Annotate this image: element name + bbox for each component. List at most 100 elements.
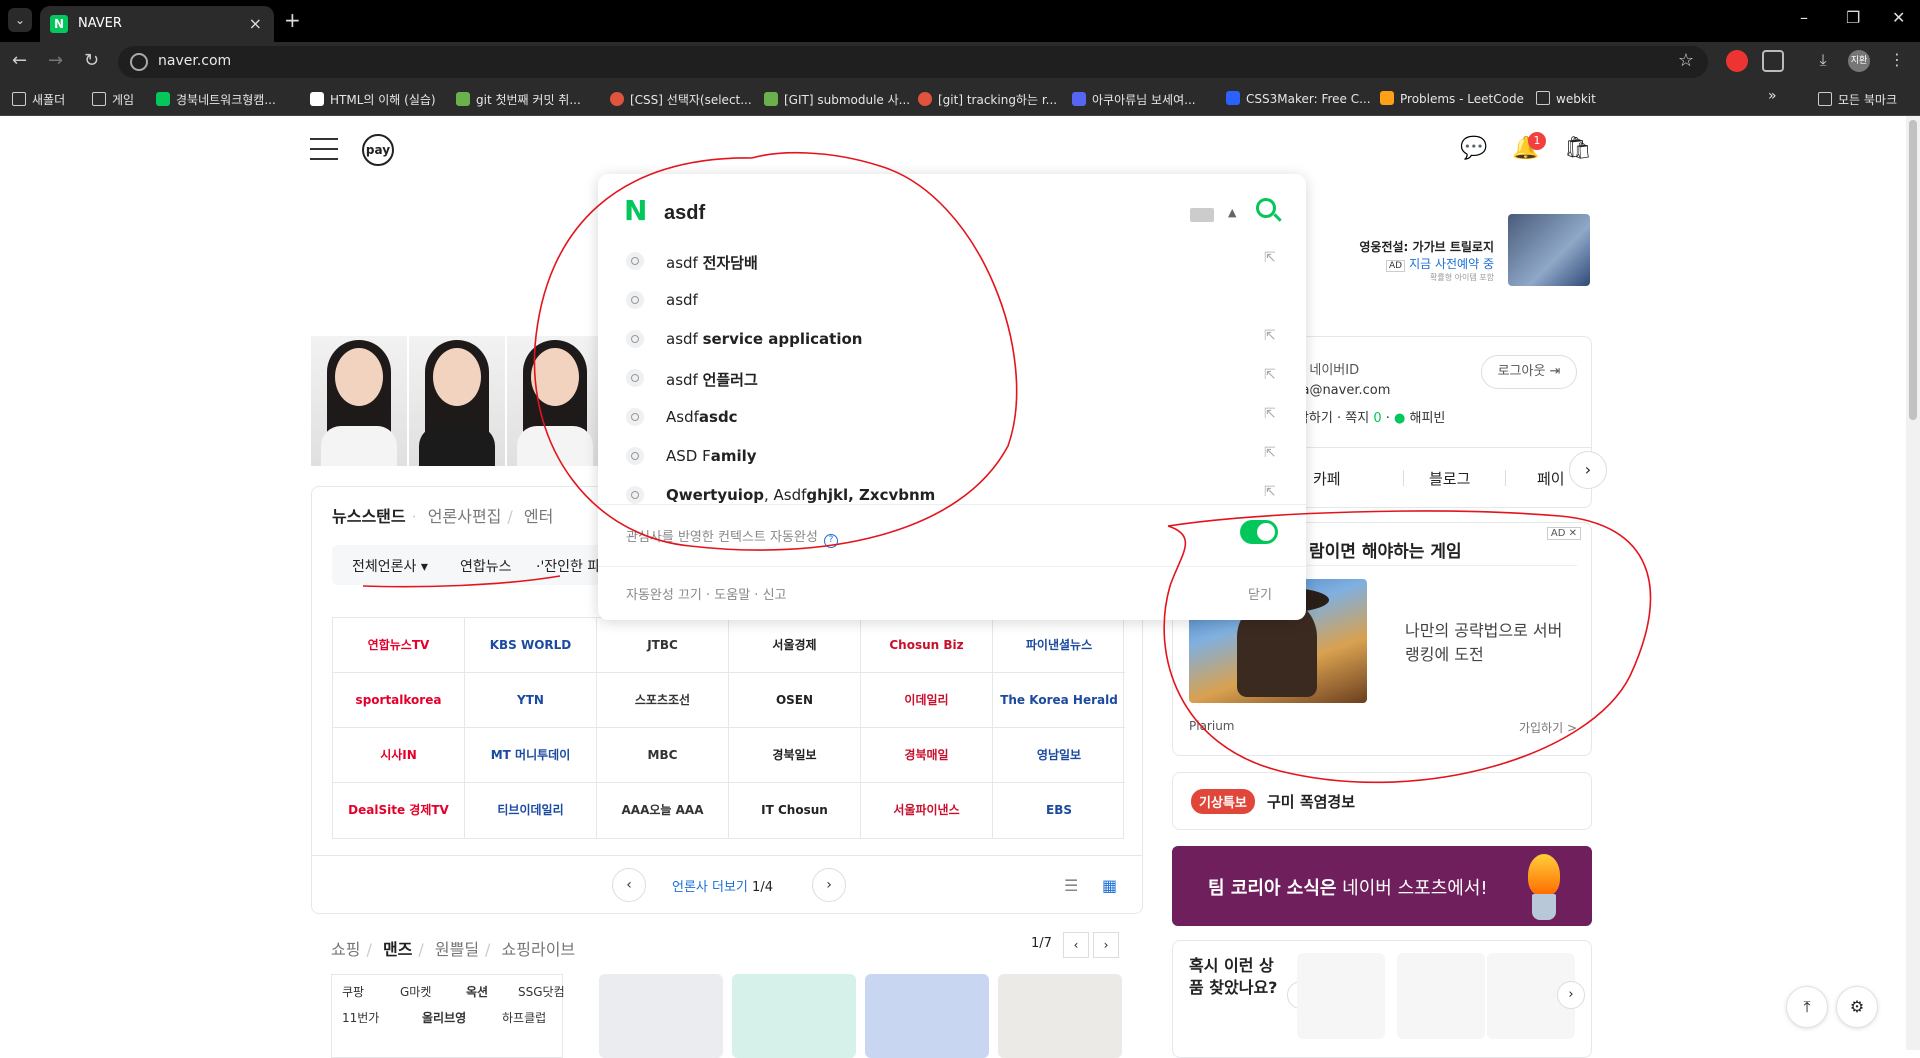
bookmark-4[interactable]: HTML의 이해 (실습) [310,91,436,108]
shopping-prev-button[interactable]: ‹ [1063,932,1089,958]
mall-halfclub[interactable]: 하프클럽 [502,1009,546,1026]
grid-view-icon[interactable]: ▦ [1102,876,1117,895]
suggestion-item[interactable]: asdf [598,281,1306,319]
bookmark-9[interactable]: 아쿠아류님 보세여... [1072,91,1196,108]
extension-record-icon[interactable] [1726,50,1748,72]
close-tab-icon[interactable]: × [249,14,262,33]
bookmark-star-icon[interactable]: ☆ [1678,50,1694,71]
top-banner-ad[interactable]: 영웅전설: 가가브 트릴로지 AD 지금 사전예약 중 확률형 아이템 포함 [1340,214,1590,286]
keyboard-icon[interactable] [1190,208,1214,222]
reload-icon[interactable]: ↻ [84,50,99,71]
service-cafe[interactable]: 카페 [1313,468,1341,489]
press-logo[interactable]: 파이낸셜뉴스 [993,618,1125,673]
context-autocomplete-toggle[interactable] [1240,520,1278,544]
mall-gmarket[interactable]: G마켓 [400,983,431,1000]
new-tab-icon[interactable]: + [284,8,301,32]
happybean-link[interactable]: 해피빈 [1409,411,1445,426]
press-logo[interactable]: DealSite 경제TV [333,783,465,838]
service-pay[interactable]: 페이 [1537,468,1565,489]
site-info-icon[interactable] [130,53,148,71]
suggestion-item[interactable]: Asdfasdc ⇱ [598,398,1306,436]
press-logo[interactable]: 티브이데일리 [465,783,597,838]
press-logo[interactable]: YTN [465,673,597,728]
suggestion-item[interactable]: asdf service application ⇱ [598,320,1306,358]
tab-naver[interactable]: N NAVER × [40,6,274,42]
tab-newsstand[interactable]: 뉴스스탠드 [332,507,406,526]
mall-auction[interactable]: 옥션 [466,983,488,1000]
press-logo[interactable]: 시사IN [333,728,465,783]
suggestion-item[interactable]: Qwertyuiop, Asdfghjkl, Zxcvbnm ⇱ [598,476,1306,514]
tab-oneplusdeal[interactable]: 원쁠딜 [435,940,479,959]
suggestion-item[interactable]: asdf 언플러그 ⇱ [598,359,1306,397]
shopping-next-button[interactable]: › [1093,932,1119,958]
press-logo[interactable]: EBS [993,783,1125,838]
tab-mens[interactable]: 맨즈 [383,940,412,959]
press-logo[interactable]: 이데일리 [861,673,993,728]
press-logo[interactable]: 스포츠조선 [597,673,729,728]
bookmark-folder-2[interactable]: 게임 [92,91,134,108]
naver-logo[interactable]: N [624,194,647,227]
press-logo[interactable]: The Korea Herald [993,673,1125,728]
tab-press-edit[interactable]: 언론사편집 [428,507,502,526]
cart-icon[interactable]: 🛍 [1564,136,1592,164]
bookmark-folder-1[interactable]: 새폴더 [12,91,65,108]
prev-page-button[interactable]: ‹ [612,868,646,902]
bookmark-5[interactable]: git 첫번째 커밋 취... [456,91,581,108]
page-scrollbar[interactable] [1906,116,1920,1050]
press-more[interactable]: 언론사 더보기 1/4 [672,876,773,895]
press-logo[interactable]: 영남일보 [993,728,1125,783]
mall-oliveyoung[interactable]: 올리브영 [422,1009,466,1026]
press-logo[interactable]: AAA오늘 AAA [597,783,729,838]
tab-entertainment[interactable]: 엔터 [524,507,553,526]
tab-shopping-live[interactable]: 쇼핑라이브 [502,940,576,959]
bookmark-10[interactable]: CSS3Maker: Free C... [1226,91,1371,106]
mall-11st[interactable]: 11번가 [342,1009,379,1026]
suggestion-item[interactable]: asdf 전자담배 ⇱ [598,242,1306,280]
rec-item-wallet[interactable] [1297,953,1385,1039]
press-logo[interactable]: IT Chosun [729,783,861,838]
fill-query-arrow-icon[interactable]: ⇱ [1264,367,1276,383]
press-logo[interactable]: 경북일보 [729,728,861,783]
press-logo[interactable]: MBC [597,728,729,783]
address-bar[interactable]: naver.com ☆ [118,46,1708,78]
rec-next-button[interactable]: › [1557,981,1585,1009]
product-3[interactable] [865,974,989,1058]
next-page-button[interactable]: › [812,868,846,902]
press-logo[interactable]: 연합뉴스TV [333,618,465,673]
press-logo[interactable]: 서울파이낸스 [861,783,993,838]
bookmark-7[interactable]: [GIT] submodule 사... [764,91,910,108]
autocomplete-close-button[interactable]: 닫기 [1248,584,1272,603]
back-icon[interactable]: ← [12,50,27,71]
search-input[interactable] [664,198,1144,228]
extensions-puzzle-icon[interactable] [1762,50,1784,72]
product-1[interactable] [599,974,723,1058]
bookmark-3[interactable]: 경북네트워크형캠... [156,91,276,108]
mall-ssg[interactable]: SSG닷컴 [518,983,565,1000]
autocomplete-footer-links[interactable]: 자동완성 끄기 · 도움말 · 신고 [626,584,787,603]
press-filter-dropdown[interactable]: 전체언론사 ▾ [352,556,428,576]
ad-close-badge[interactable]: AD ✕ [1546,527,1581,540]
press-headline[interactable]: ·'잔인한 파 [536,556,600,576]
download-icon[interactable]: ⤓ [1812,50,1834,72]
fill-query-arrow-icon[interactable]: ⇱ [1264,484,1276,500]
minimize-icon[interactable]: – [1800,8,1808,27]
talk-icon[interactable]: 💬 [1460,136,1488,164]
press-logo[interactable]: JTBC [597,618,729,673]
bookmark-11[interactable]: Problems - LeetCode [1380,91,1524,106]
bookmark-8[interactable]: [git] tracking하는 r... [918,91,1057,108]
help-icon[interactable]: ? [823,534,838,548]
bookmark-folder-12[interactable]: webkit [1536,91,1596,106]
fill-query-arrow-icon[interactable]: ⇱ [1264,250,1276,266]
sports-banner[interactable]: 팀 코리아 소식은 네이버 스포츠에서! [1172,846,1592,926]
product-2[interactable] [732,974,856,1058]
press-logo[interactable]: 서울경제 [729,618,861,673]
menu-icon[interactable] [310,138,338,160]
forward-icon[interactable]: → [48,50,63,71]
memo-link[interactable]: 쪽지 [1345,411,1369,426]
mall-coupang[interactable]: 쿠팡 [342,983,364,1000]
product-4[interactable] [998,974,1122,1058]
logout-button[interactable]: 로그아웃 ⇥ [1481,355,1577,389]
settings-gear-icon[interactable]: ⚙ [1836,986,1878,1028]
scroll-top-icon[interactable]: ⤒ [1786,986,1828,1028]
profile-avatar[interactable]: 지환 [1848,50,1870,72]
